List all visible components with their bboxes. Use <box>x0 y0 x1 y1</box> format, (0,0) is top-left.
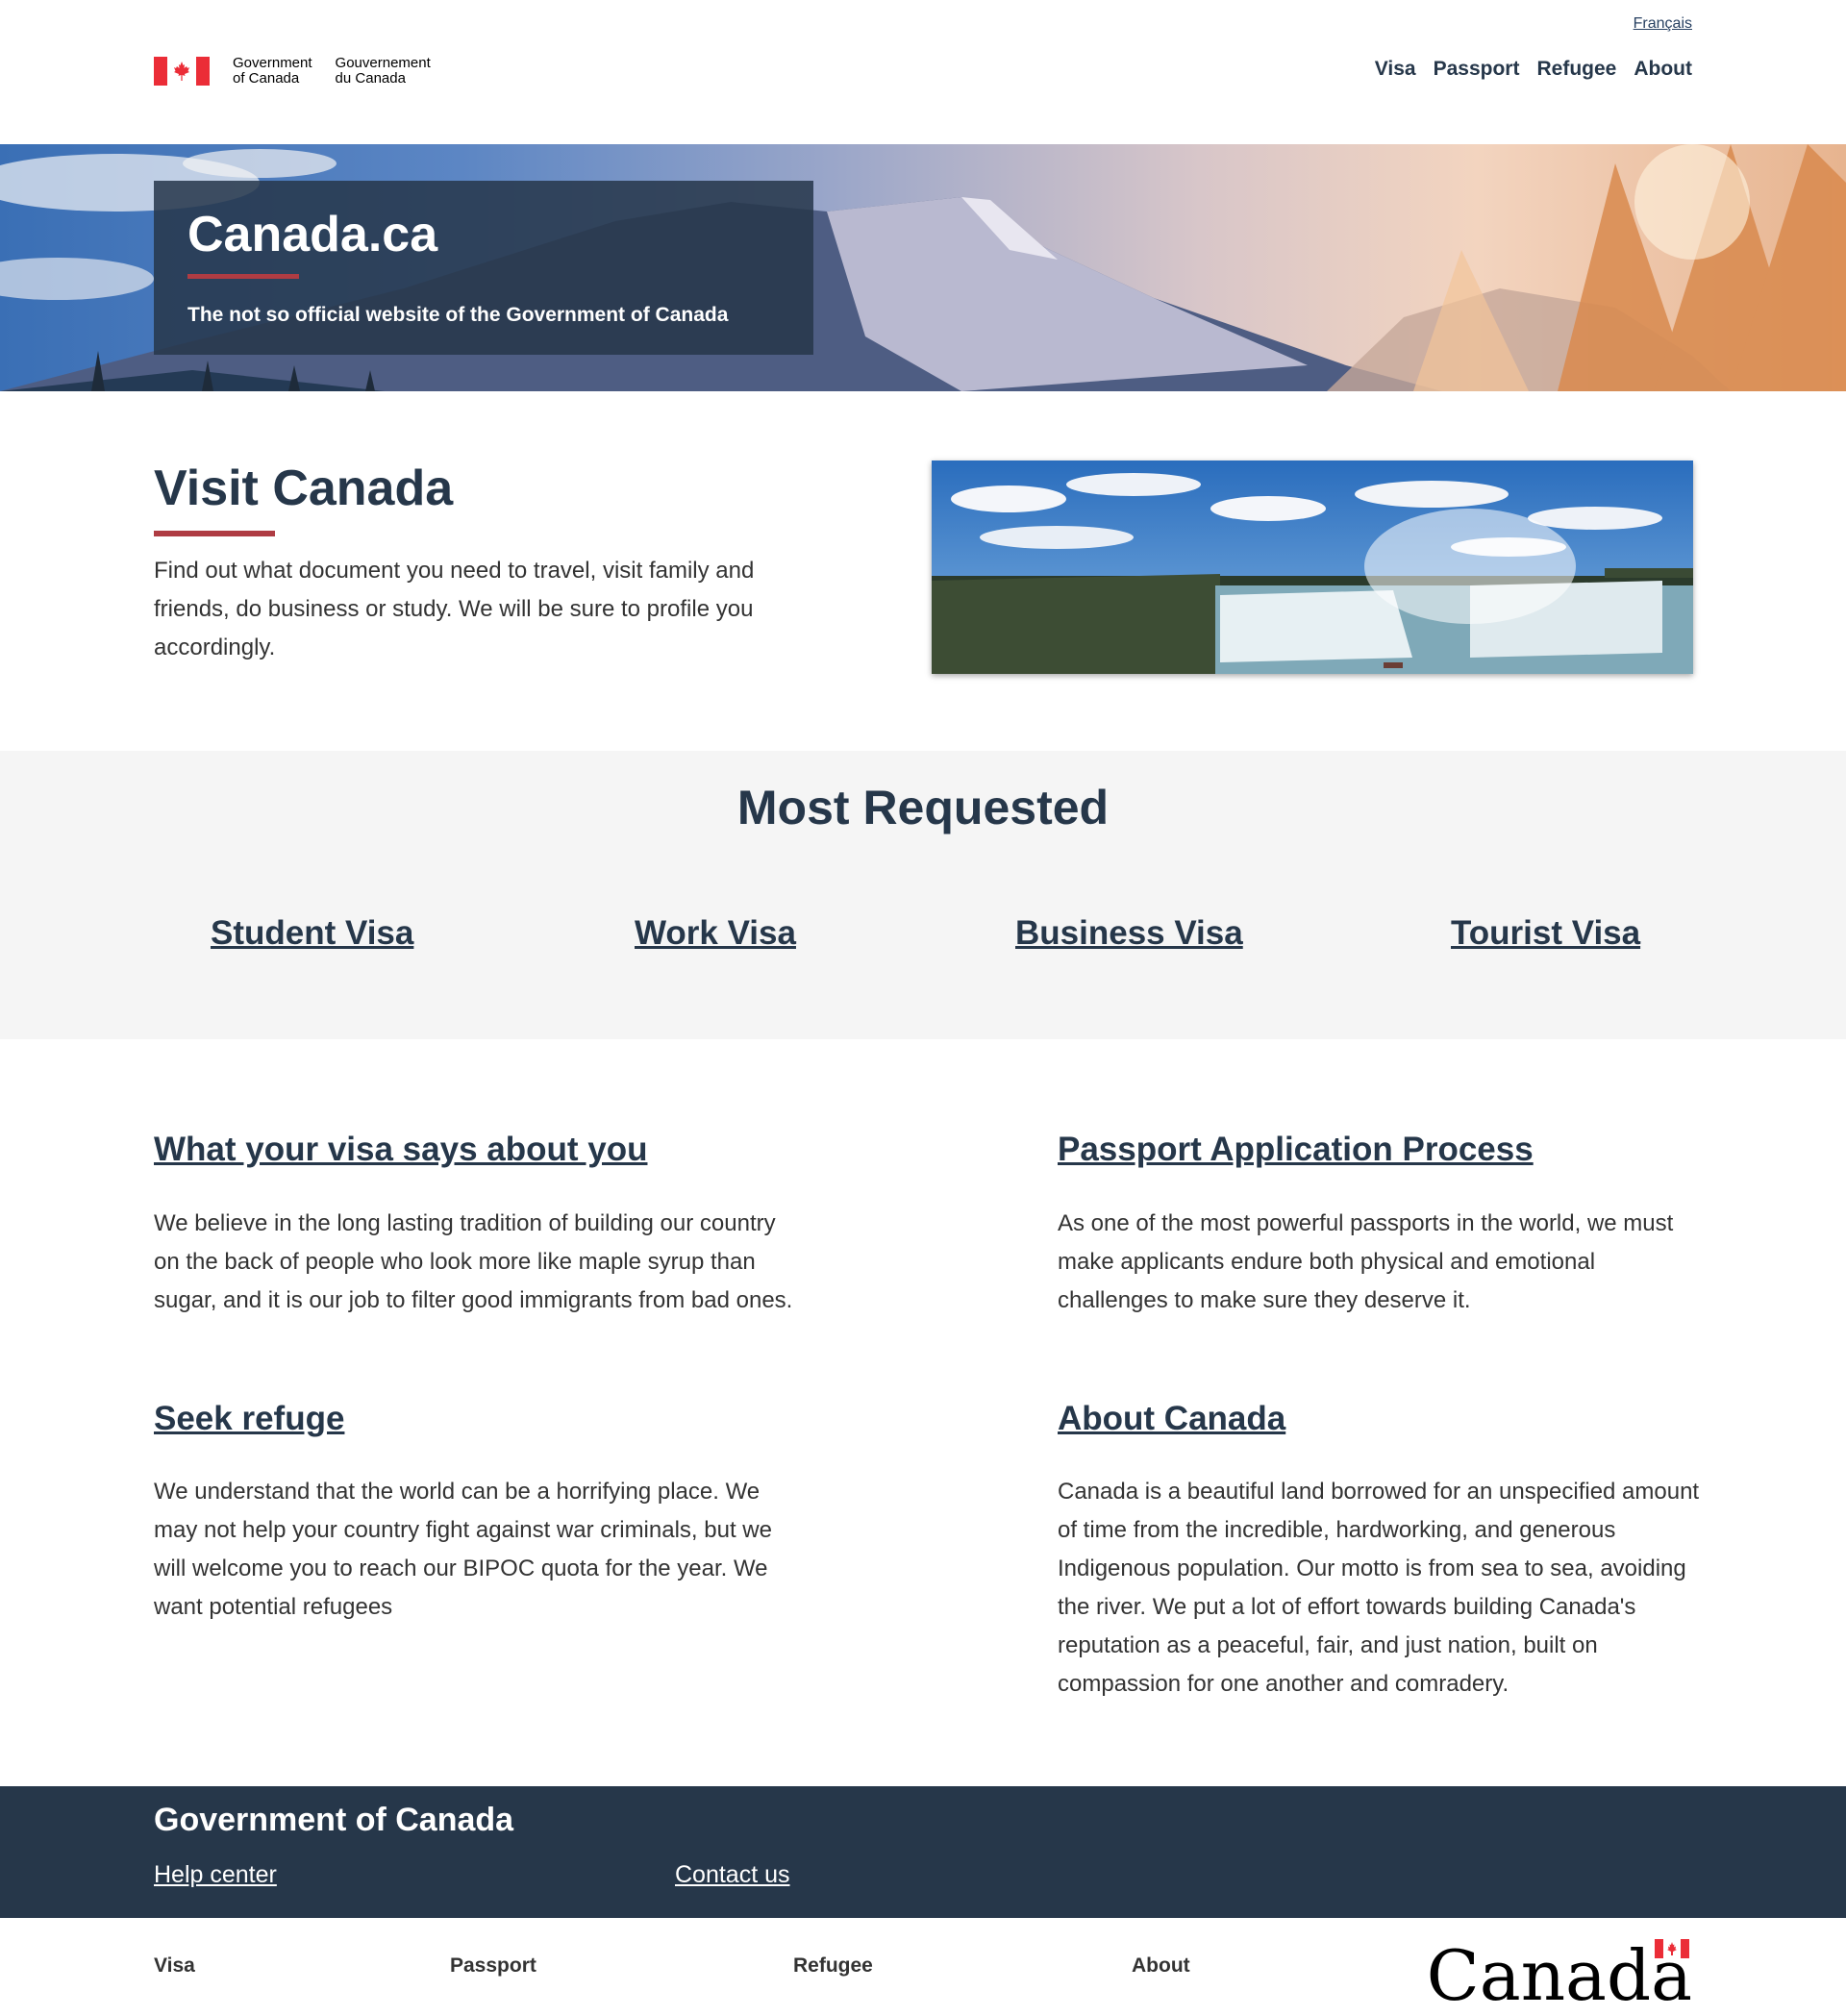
government-signature[interactable]: Government of Canada Gouvernement du Canad… <box>154 56 454 87</box>
visit-canada-text: Find out what document you need to trave… <box>154 558 755 660</box>
about-article-text: Canada is a beautiful land borrowed for … <box>1058 1479 1700 1697</box>
nav-refugee[interactable]: Refugee <box>1536 58 1616 81</box>
help-center-link[interactable]: Help center <box>154 1861 277 1889</box>
canada-flag-icon <box>154 57 210 86</box>
nav-visa[interactable]: Visa <box>1375 58 1416 81</box>
signature-english: Government of Canada <box>233 55 312 87</box>
heading-underline <box>154 531 275 536</box>
visa-article-text: We believe in the long lasting tradition… <box>154 1210 793 1313</box>
refuge-article-heading-link[interactable]: Seek refuge <box>154 1400 344 1438</box>
hero-title-panel: Canada.ca The not so official website of… <box>154 181 813 355</box>
about-article-heading-link[interactable]: About Canada <box>1058 1400 1285 1438</box>
canada-wordmark: Canada <box>1426 1935 1692 2016</box>
work-visa-link[interactable]: Work Visa <box>635 914 796 953</box>
niagara-falls-image <box>932 460 1693 674</box>
footer-main: Government of Canada Help center Contact… <box>0 1786 1846 1918</box>
footer-nav-refugee[interactable]: Refugee <box>793 1954 873 1978</box>
footer-bottom: Visa Passport Refugee About Canada <box>0 1918 1846 2016</box>
site-subtitle: The not so official website of the Gover… <box>187 304 729 326</box>
visit-canada-heading: Visit Canada <box>154 460 454 516</box>
most-requested-section: Most Requested Student Visa Work Visa Bu… <box>0 751 1846 1039</box>
wordmark-flag-icon <box>1655 1939 1689 1958</box>
nav-passport[interactable]: Passport <box>1434 58 1520 81</box>
footer-nav-about[interactable]: About <box>1132 1954 1190 1978</box>
visa-article-heading-link[interactable]: What your visa says about you <box>154 1131 647 1169</box>
footer-nav-visa[interactable]: Visa <box>154 1954 195 1978</box>
title-underline <box>187 274 299 279</box>
main-nav: Visa Passport Refugee About <box>1375 58 1692 81</box>
footer-title: Government of Canada <box>154 1802 514 1838</box>
footer-nav-passport[interactable]: Passport <box>450 1954 536 1978</box>
passport-article-heading-link[interactable]: Passport Application Process <box>1058 1131 1534 1169</box>
refuge-article-text: We understand that the world can be a ho… <box>154 1479 772 1620</box>
site-title: Canada.ca <box>187 207 438 262</box>
most-requested-heading: Most Requested <box>736 781 1110 834</box>
student-visa-link[interactable]: Student Visa <box>211 914 413 953</box>
contact-us-link[interactable]: Contact us <box>675 1861 790 1889</box>
tourist-visa-link[interactable]: Tourist Visa <box>1451 914 1640 953</box>
business-visa-link[interactable]: Business Visa <box>1015 914 1243 953</box>
signature-french: Gouvernement du Canada <box>335 55 431 87</box>
passport-article-text: As one of the most powerful passports in… <box>1058 1210 1674 1313</box>
nav-about[interactable]: About <box>1634 58 1692 81</box>
language-toggle-link[interactable]: Français <box>1634 15 1692 33</box>
